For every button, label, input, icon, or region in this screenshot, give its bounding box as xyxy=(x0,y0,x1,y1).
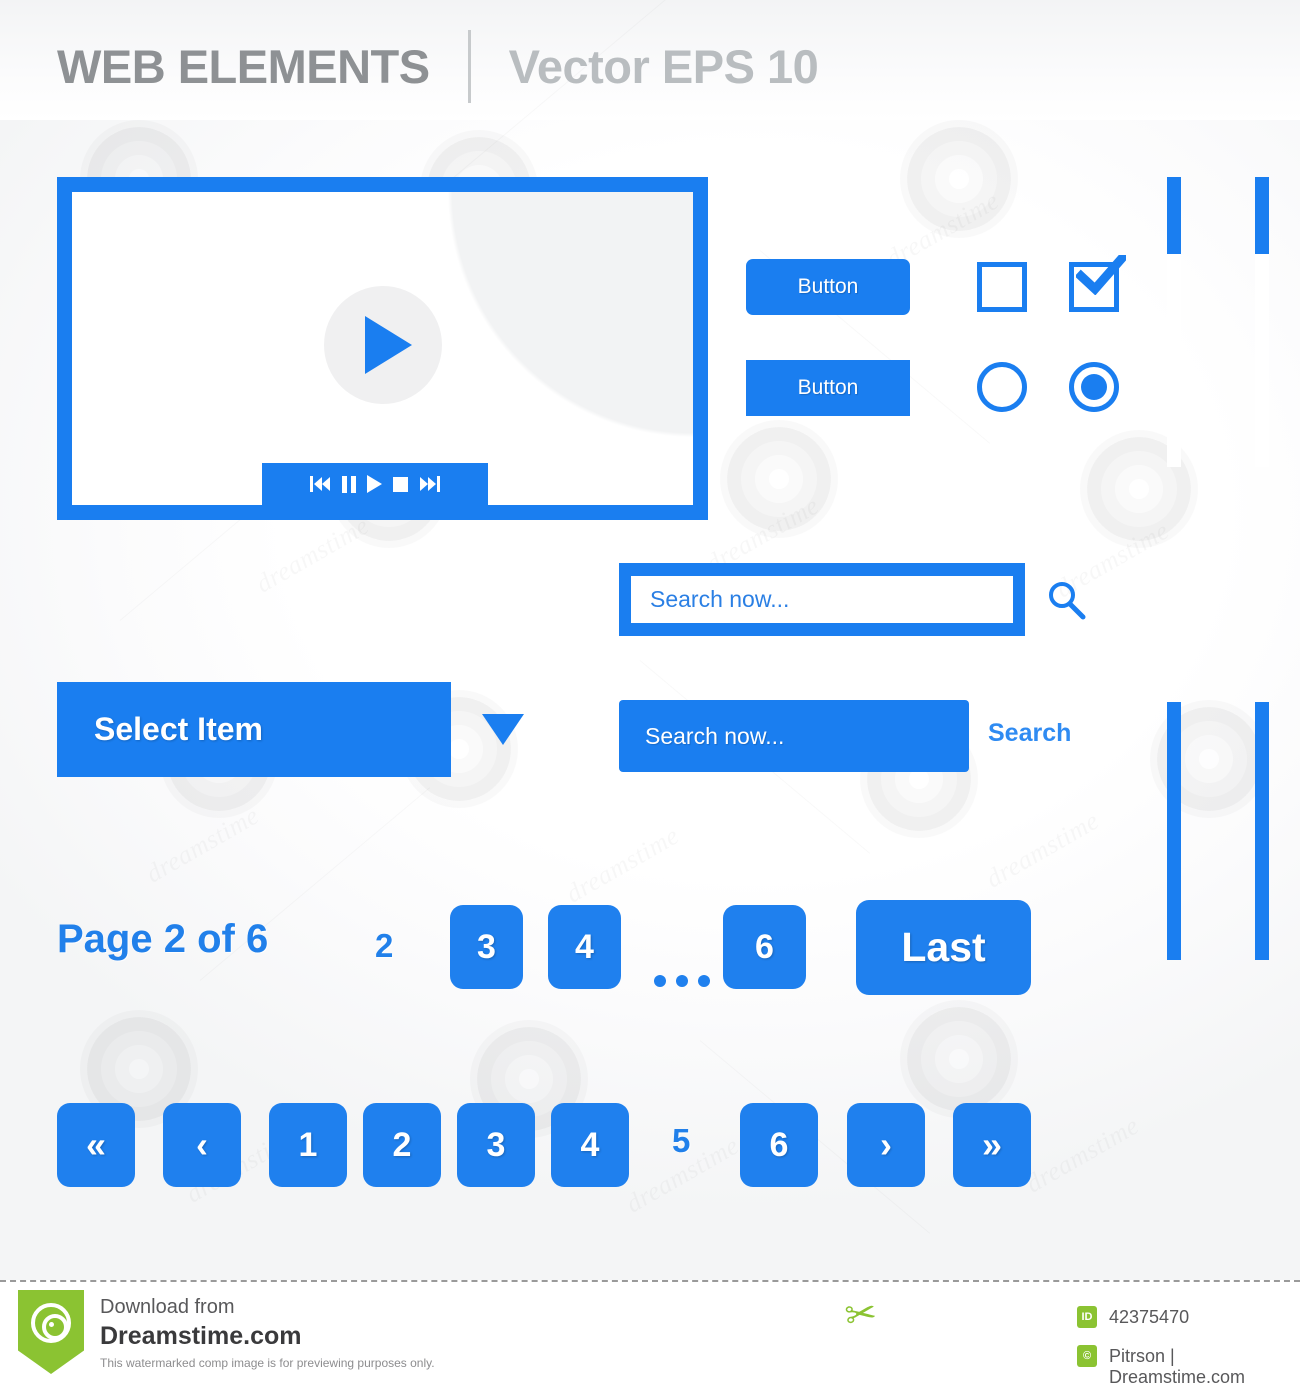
checkbox-unchecked[interactable] xyxy=(977,262,1027,312)
skip-back-icon xyxy=(310,476,331,492)
rounded-button[interactable]: Button xyxy=(746,259,910,315)
player-control-bar xyxy=(262,463,488,505)
search-box-framed[interactable]: Search now... xyxy=(619,563,1025,636)
play-button[interactable] xyxy=(367,475,382,493)
radio-selected[interactable] xyxy=(1069,362,1119,412)
radio-dot-icon xyxy=(1081,374,1107,400)
page-status-label: Page 2 of 6 xyxy=(57,917,269,961)
chevron-right-icon: › xyxy=(880,1124,892,1165)
scrollbar-thumb[interactable] xyxy=(1255,702,1269,960)
select-item-dropdown[interactable]: Select Item xyxy=(57,682,451,777)
square-button[interactable]: Button xyxy=(746,360,910,416)
dreamstime-site-label: Dreamstime.com xyxy=(100,1322,302,1350)
copyright-badge-icon: © xyxy=(1077,1345,1097,1367)
scrollbar-top-left[interactable] xyxy=(1167,177,1181,467)
page-first-button[interactable]: « xyxy=(57,1103,135,1187)
skip-forward-icon xyxy=(419,476,440,492)
page-next-button[interactable]: › xyxy=(847,1103,925,1187)
skip-back-button[interactable] xyxy=(310,476,331,492)
dreamstime-logo xyxy=(18,1290,84,1374)
download-from-label: Download from xyxy=(100,1296,235,1318)
search-submit-link[interactable]: Search xyxy=(988,719,1071,748)
id-badge-icon: ID xyxy=(1077,1306,1097,1328)
play-button-large[interactable] xyxy=(323,286,442,405)
page-button-6-bottom[interactable]: 6 xyxy=(740,1103,818,1187)
page-button-3-bottom[interactable]: 3 xyxy=(457,1103,535,1187)
copyright-value: Pitrson | Dreamstime.com xyxy=(1109,1346,1246,1387)
page-subtitle: Vector EPS 10 xyxy=(508,40,819,93)
page-button-4[interactable]: 4 xyxy=(548,905,621,989)
stop-button[interactable] xyxy=(393,476,408,492)
scrollbar-thumb[interactable] xyxy=(1167,177,1181,254)
double-chevron-right-icon: » xyxy=(981,1124,1003,1165)
pagination-ellipsis xyxy=(654,975,710,987)
page-button-last[interactable]: Last xyxy=(856,900,1031,995)
scrollbar-thumb[interactable] xyxy=(1167,702,1181,960)
double-chevron-left-icon: « xyxy=(85,1124,107,1165)
play-small-icon xyxy=(367,475,382,493)
page-button-1[interactable]: 1 xyxy=(269,1103,347,1187)
page-title: WEB ELEMENTS xyxy=(57,40,430,93)
watermark-note: This watermarked comp image is for previ… xyxy=(100,1356,435,1370)
scrollbar-bottom-left[interactable] xyxy=(1167,702,1181,960)
chevron-left-icon: ‹ xyxy=(196,1124,208,1165)
pause-icon xyxy=(342,475,356,493)
page-button-4-bottom[interactable]: 4 xyxy=(551,1103,629,1187)
pause-button[interactable] xyxy=(342,475,356,493)
scrollbar-top-right[interactable] xyxy=(1255,177,1269,467)
scissors-icon: ✂ xyxy=(842,1291,880,1339)
skip-forward-button[interactable] xyxy=(419,476,440,492)
watermark-footer: Download from Dreamstime.com This waterm… xyxy=(0,1280,1300,1390)
page-number-plain-2[interactable]: 2 xyxy=(375,927,393,965)
page-current-5: 5 xyxy=(672,1122,691,1159)
page-prev-button[interactable]: ‹ xyxy=(163,1103,241,1187)
page-button-2[interactable]: 2 xyxy=(363,1103,441,1187)
chevron-down-icon[interactable] xyxy=(482,714,524,745)
image-id-value: 42375470 xyxy=(1109,1307,1190,1327)
play-icon xyxy=(365,316,412,375)
check-icon xyxy=(1076,255,1126,295)
page-last-button[interactable]: » xyxy=(953,1103,1031,1187)
header-divider xyxy=(467,30,471,103)
page-header: WEB ELEMENTS Vector EPS 10 xyxy=(57,30,819,103)
scrollbar-thumb[interactable] xyxy=(1255,177,1269,254)
spiral-icon xyxy=(31,1303,71,1343)
scrollbar-bottom-right[interactable] xyxy=(1255,702,1269,960)
search-input-framed[interactable]: Search now... xyxy=(631,576,1013,623)
video-player[interactable] xyxy=(57,177,708,520)
stop-icon xyxy=(393,476,408,492)
checkbox-checked[interactable] xyxy=(1069,255,1126,312)
page-button-6[interactable]: 6 xyxy=(723,905,806,989)
radio-unselected[interactable] xyxy=(977,362,1027,412)
page-button-3[interactable]: 3 xyxy=(450,905,523,989)
search-input-solid[interactable]: Search now... xyxy=(619,700,969,772)
search-icon[interactable] xyxy=(1046,580,1086,620)
